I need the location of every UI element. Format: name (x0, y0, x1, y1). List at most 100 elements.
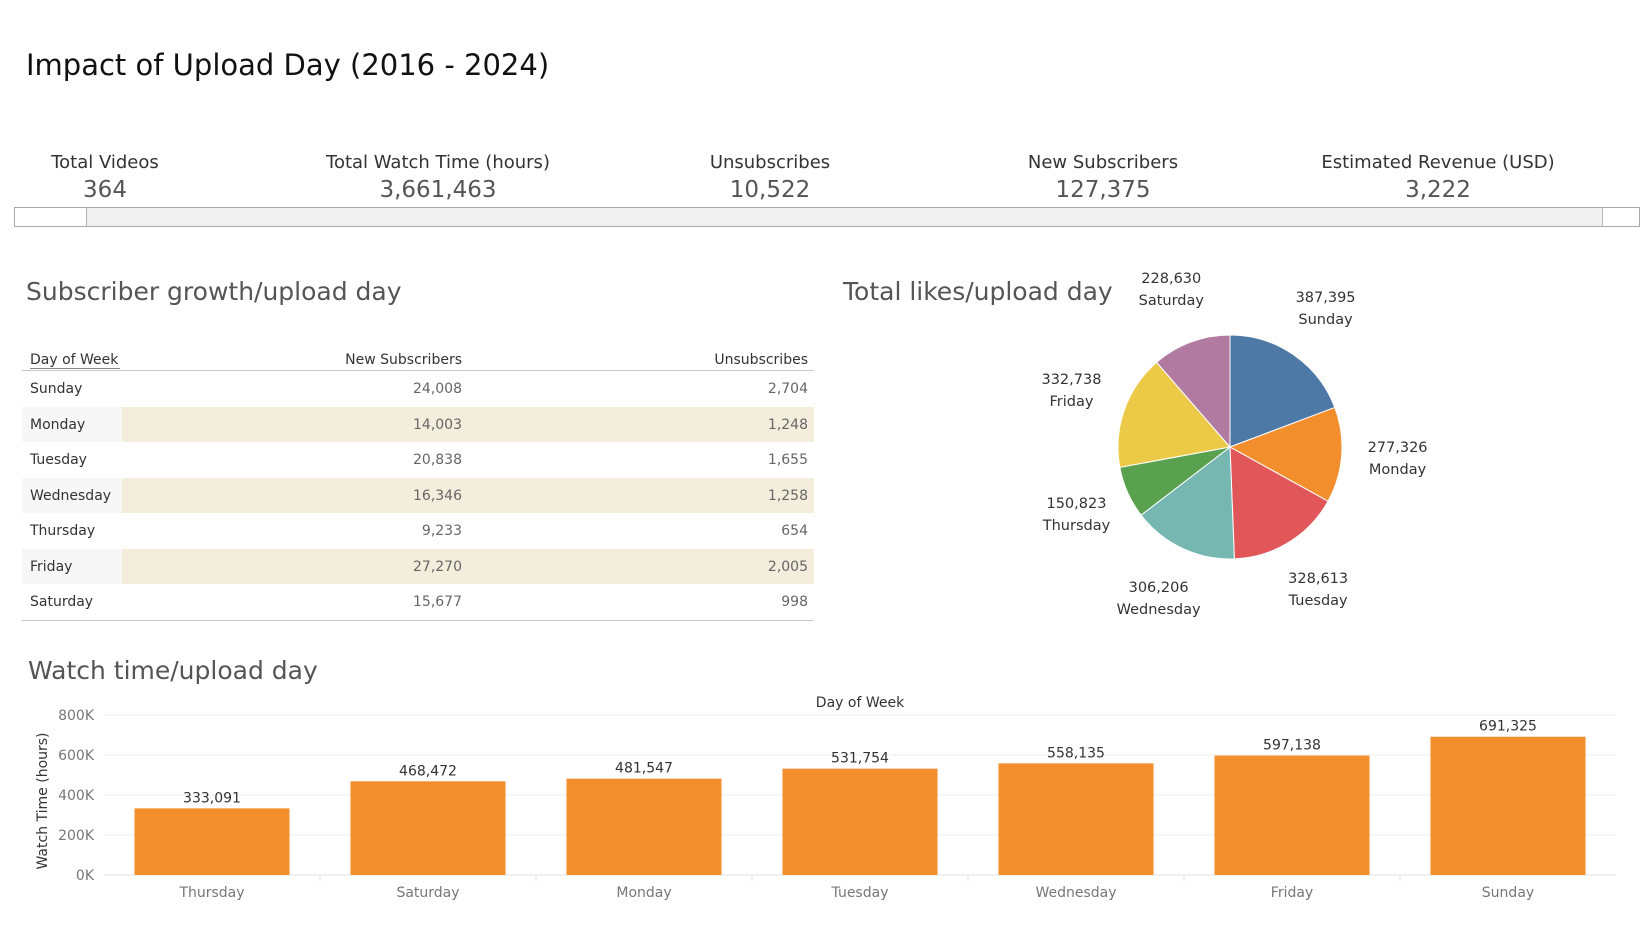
cell-unsubscribes: 654 (781, 523, 808, 539)
table-row: Wednesday 16,346 1,258 (22, 477, 814, 513)
likes-section-title: Total likes/upload day (843, 277, 1113, 306)
bar-value-label: 468,472 (399, 763, 457, 779)
column-header-new-subscribers[interactable]: New Subscribers (345, 352, 462, 368)
kpi-value: 127,375 (1055, 177, 1151, 203)
cell-new-subscribers: 9,233 (421, 523, 462, 539)
kpi-value: 364 (83, 177, 127, 203)
y-tick-label: 800K (58, 708, 95, 724)
column-header-day[interactable]: Day of Week (30, 352, 121, 369)
bar-value-label: 531,754 (831, 751, 889, 767)
y-tick-label: 400K (58, 788, 95, 804)
cell-day: Thursday (30, 523, 96, 539)
kpi-estimated-revenue: Estimated Revenue (USD) 3,222 (1288, 152, 1588, 204)
cell-day: Monday (30, 416, 86, 433)
column-header-unsubscribes[interactable]: Unsubscribes (714, 352, 808, 368)
pie-category-label: Tuesday (1288, 593, 1348, 610)
bar-friday[interactable] (1214, 755, 1370, 875)
x-tick-label: Wednesday (1035, 885, 1116, 901)
pie-category-label: Saturday (1138, 292, 1204, 309)
cell-day: Tuesday (30, 452, 87, 468)
subscriber-table: Day of Week New Subscribers Unsubscribes… (22, 347, 814, 621)
cell-new-subscribers: 27,270 (413, 558, 462, 575)
table-row: Monday 14,003 1,248 (22, 406, 814, 442)
cell-day: Saturday (30, 594, 94, 610)
bar-wednesday[interactable] (998, 763, 1154, 875)
x-tick-label: Tuesday (831, 885, 889, 901)
watch-time-bar-svg: Day of Week Watch Time (hours) 0K 200K 400K 6… (35, 695, 1616, 901)
cell-new-subscribers: 20,838 (413, 452, 462, 468)
pie-value-label: 277,326 (1367, 440, 1428, 457)
kpi-value: 10,522 (729, 177, 811, 203)
pie-label-wednesday: 306,206 Wednesday (1109, 577, 1209, 621)
kpi-total-videos: Total Videos 364 (0, 152, 255, 204)
table-row: Saturday 15,677 998 (22, 584, 814, 620)
kpi-unsubscribes: Unsubscribes 10,522 (620, 152, 920, 204)
pie-label-tuesday: 328,613 Tuesday (1268, 568, 1368, 612)
x-axis-title: Day of Week (816, 695, 905, 711)
bar-monday[interactable] (566, 778, 722, 875)
cell-unsubscribes: 2,704 (767, 381, 808, 397)
bar-value-label: 481,547 (615, 761, 673, 777)
y-tick-label: 200K (58, 828, 95, 844)
cell-unsubscribes: 1,258 (767, 487, 808, 504)
kpi-label: Total Watch Time (hours) (326, 152, 550, 173)
subscriber-section-title: Subscriber growth/upload day (26, 277, 402, 306)
y-tick-label: 0K (76, 868, 95, 884)
kpi-value: 3,661,463 (379, 177, 497, 203)
table-row: Sunday 24,008 2,704 (22, 371, 814, 407)
pie-label-monday: 277,326 Monday (1348, 437, 1448, 481)
cell-new-subscribers: 15,677 (413, 594, 462, 610)
bar-value-label: 691,325 (1479, 719, 1537, 735)
cell-day: Sunday (30, 381, 83, 397)
pie-category-label: Monday (1368, 462, 1427, 479)
cell-unsubscribes: 1,248 (767, 416, 808, 433)
cell-new-subscribers: 14,003 (413, 416, 462, 433)
kpi-label: Unsubscribes (709, 152, 831, 173)
table-row: Thursday 9,233 654 (22, 513, 814, 549)
cell-day: Wednesday (30, 487, 112, 504)
kpi-label: Estimated Revenue (USD) (1321, 152, 1555, 173)
pie-value-label: 228,630 (1141, 270, 1202, 287)
likes-pie-chart: 387,395 Sunday 277,326 Monday 328,613 Tuesday… (1041, 271, 1427, 622)
cell-new-subscribers: 24,008 (413, 381, 462, 397)
cell-unsubscribes: 998 (781, 594, 808, 610)
pie-value-label: 150,823 (1046, 496, 1107, 513)
kpi-label: Total Videos (51, 152, 159, 173)
cell-day: Friday (30, 558, 73, 575)
pie-label-friday: 332,738 Friday (1021, 369, 1121, 413)
cell-unsubscribes: 2,005 (767, 558, 808, 575)
pie-category-label: Thursday (1042, 518, 1111, 535)
pie-value-label: 332,738 (1041, 372, 1102, 389)
table-row: Friday 27,270 2,005 (22, 548, 814, 584)
bar-thursday[interactable] (134, 808, 290, 875)
pie-label-saturday: 228,630 Saturday (1121, 268, 1221, 312)
x-tick-label: Friday (1271, 885, 1313, 901)
bar-sunday[interactable] (1430, 736, 1586, 875)
bar-value-label: 597,138 (1263, 738, 1321, 754)
bar-value-label: 558,135 (1047, 745, 1105, 761)
watch-section-title: Watch time/upload day (28, 656, 318, 685)
y-tick-label: 600K (58, 748, 95, 764)
x-tick-label: Saturday (396, 885, 459, 901)
y-axis-title: Watch Time (hours) (35, 732, 51, 869)
pie-category-label: Sunday (1298, 311, 1353, 328)
kpi-label: New Subscribers (1027, 152, 1179, 173)
pie-value-label: 306,206 (1128, 580, 1189, 597)
pie-label-thursday: 150,823 Thursday (1026, 493, 1126, 537)
bar-saturday[interactable] (350, 781, 506, 875)
horizontal-scrollbar[interactable] (14, 207, 1640, 227)
pie-value-label: 328,613 (1288, 571, 1349, 588)
kpi-total-watch-time: Total Watch Time (hours) 3,661,463 (288, 152, 588, 204)
pie-value-label: 387,395 (1295, 289, 1356, 306)
watch-time-bar-chart: Day of Week Watch Time (hours) 0K 200K 400K 6… (26, 695, 1636, 935)
bar-tuesday[interactable] (782, 768, 938, 875)
x-tick-label: Thursday (178, 885, 244, 901)
dashboard-title: Impact of Upload Day (2016 - 2024) (26, 48, 550, 82)
kpi-new-subscribers: New Subscribers 127,375 (953, 152, 1253, 204)
pie-label-sunday: 387,395 Sunday (1276, 287, 1376, 331)
x-tick-label: Sunday (1482, 885, 1534, 901)
pie-category-label: Wednesday (1116, 602, 1201, 619)
scrollbar-thumb[interactable] (86, 208, 1603, 226)
x-tick-label: Monday (616, 885, 671, 901)
table-row: Tuesday 20,838 1,655 (22, 442, 814, 478)
